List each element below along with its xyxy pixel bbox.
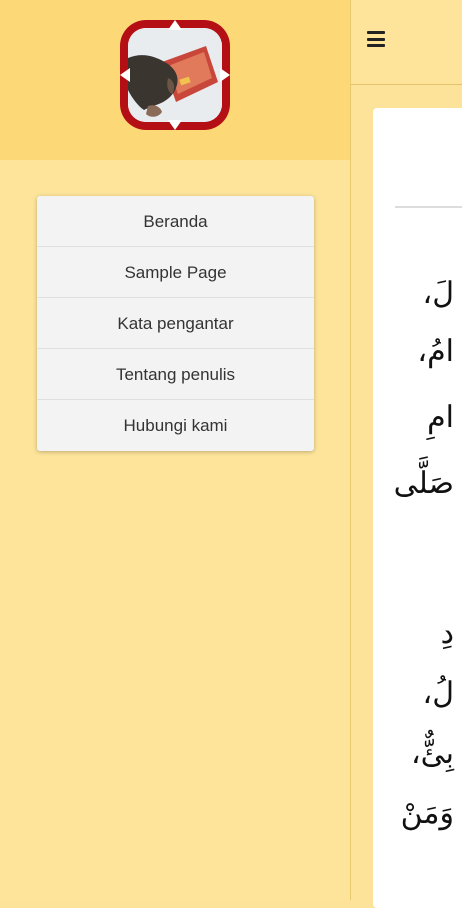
drawer-menu: Beranda Sample Page Kata pengantar Tenta… bbox=[37, 196, 314, 451]
arabic-text-line: لُ، bbox=[422, 676, 454, 711]
top-app-bar bbox=[351, 0, 462, 85]
main-content: لَ، امُ، امِ صَلَّى دِ لُ، بِئٌّ، وَمَنْ bbox=[351, 0, 462, 908]
hamburger-menu-icon[interactable] bbox=[367, 31, 385, 47]
menu-item-beranda[interactable]: Beranda bbox=[37, 196, 314, 247]
arabic-text-line: امُ، bbox=[417, 334, 454, 369]
app-logo bbox=[120, 20, 230, 130]
content-divider bbox=[395, 206, 462, 208]
arabic-text-line: وَمَنْ bbox=[400, 796, 454, 831]
content-card: لَ، امُ، امِ صَلَّى دِ لُ، بِئٌّ، وَمَنْ bbox=[373, 108, 462, 908]
drawer-edge bbox=[350, 0, 351, 900]
drawer-header bbox=[0, 0, 350, 160]
menu-item-tentang-penulis[interactable]: Tentang penulis bbox=[37, 349, 314, 400]
arabic-text-line: بِئٌّ، bbox=[410, 736, 454, 771]
arabic-text-line: صَلَّى bbox=[393, 466, 454, 501]
menu-item-hubungi-kami[interactable]: Hubungi kami bbox=[37, 400, 314, 451]
arabic-text-line: لَ، bbox=[422, 276, 454, 311]
navigation-drawer: Beranda Sample Page Kata pengantar Tenta… bbox=[0, 0, 350, 900]
menu-item-sample-page[interactable]: Sample Page bbox=[37, 247, 314, 298]
menu-item-kata-pengantar[interactable]: Kata pengantar bbox=[37, 298, 314, 349]
arabic-text-line: دِ bbox=[440, 616, 454, 651]
arabic-text-line: امِ bbox=[427, 400, 454, 435]
